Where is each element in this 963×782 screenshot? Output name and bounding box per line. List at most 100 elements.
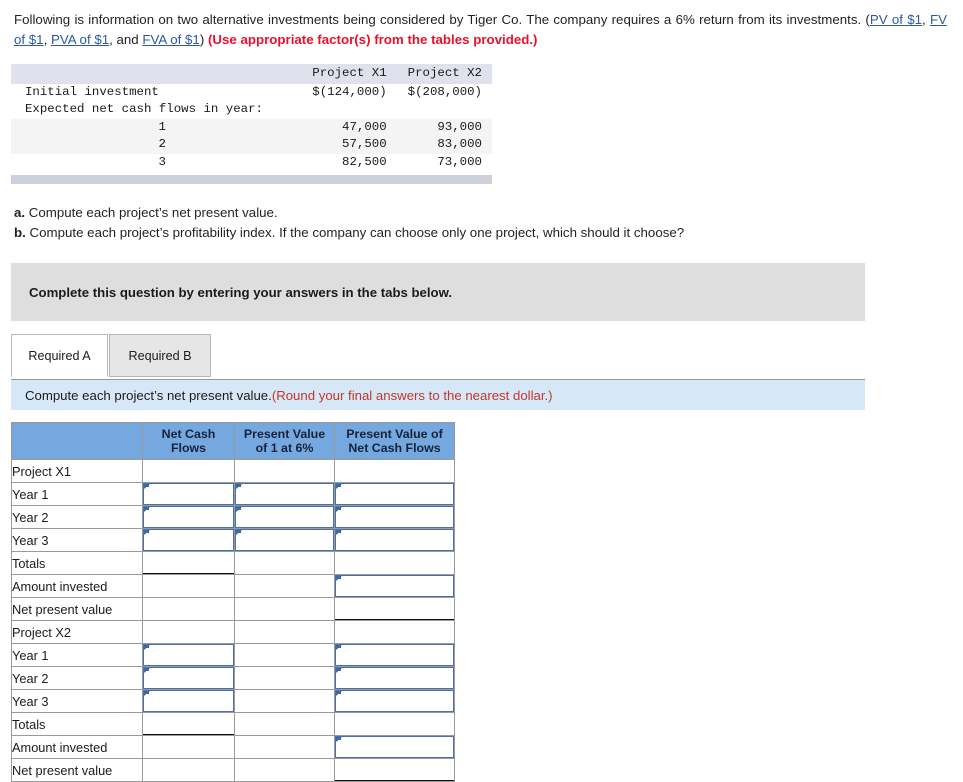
cell-empty <box>234 643 335 667</box>
grid-header-net-cash-flows: Net Cash Flows <box>142 422 235 460</box>
link-fva-of-1[interactable]: FVA of $1 <box>142 32 199 47</box>
cell-empty <box>234 712 335 736</box>
input-box[interactable] <box>143 644 234 666</box>
total-cell-x1-ncf <box>142 551 235 575</box>
input-cell-x1-year2-pv-factor[interactable] <box>234 505 335 529</box>
input-cell-x1-year3-ncf[interactable] <box>142 528 235 552</box>
data-row-label: Initial investment <box>25 84 159 99</box>
input-box[interactable] <box>335 736 454 758</box>
input-box[interactable] <box>235 529 334 551</box>
total-cell-x1-pv-ncf <box>334 551 455 575</box>
input-box[interactable] <box>143 483 234 505</box>
input-cell-x2-year2-ncf[interactable] <box>142 666 235 690</box>
row-label-project-x1: Project X1 <box>11 459 143 483</box>
input-box[interactable] <box>335 644 454 666</box>
table-row: Net present value <box>11 758 455 782</box>
intro-sep-4: ) <box>199 32 208 47</box>
table-row: Year 3 <box>11 528 455 552</box>
row-label-x1-year-1: Year 1 <box>11 482 143 506</box>
data-header-project-x2: Project X2 <box>394 64 492 84</box>
data-row-x2: $(208,000) <box>407 84 482 99</box>
intro-text-lead: Following is information on two alternat… <box>14 12 870 27</box>
input-box[interactable] <box>143 667 234 689</box>
cell-empty <box>234 459 335 483</box>
table-row: Totals <box>11 712 455 736</box>
tab-required-b-label: Required B <box>128 348 192 363</box>
input-cell-x1-year3-pv-factor[interactable] <box>234 528 335 552</box>
cell-empty <box>234 666 335 690</box>
question-b-text: Compute each project’s profitability ind… <box>25 225 685 240</box>
data-row-label: 2 <box>11 136 300 154</box>
input-box[interactable] <box>335 483 454 505</box>
input-cell-x1-year1-pv-factor[interactable] <box>234 482 335 506</box>
total-cell-x2-pv-ncf <box>334 712 455 736</box>
data-row-x1 <box>299 101 394 119</box>
investment-data-table: Project X1 Project X2 Initial investment… <box>11 64 492 171</box>
input-cell-x2-amount-invested[interactable] <box>334 735 455 759</box>
tab-required-b[interactable]: Required B <box>109 334 211 377</box>
input-box[interactable] <box>143 506 234 528</box>
table-row: Project X1 <box>11 459 455 483</box>
input-cell-x2-year3-ncf[interactable] <box>142 689 235 713</box>
grid-header-blank <box>11 422 143 460</box>
input-box[interactable] <box>335 506 454 528</box>
cell-empty <box>142 597 235 621</box>
input-cell-x1-year2-pv-ncf[interactable] <box>334 505 455 529</box>
data-row-x1: 82,500 <box>342 154 387 169</box>
input-cell-x1-year3-pv-ncf[interactable] <box>334 528 455 552</box>
table-row: Amount invested <box>11 735 455 759</box>
input-box[interactable] <box>143 529 234 551</box>
requirement-tabs: Required A Required B <box>11 334 865 379</box>
tab-required-a[interactable]: Required A <box>11 334 108 377</box>
link-pv-of-1[interactable]: PV of $1 <box>870 12 922 27</box>
grid-header-row: Net Cash Flows Present Value of 1 at 6% … <box>11 422 455 460</box>
grid-header-line2: Net Cash Flows <box>348 441 441 455</box>
data-row-year-2: 2 57,500 83,000 <box>11 136 492 154</box>
input-box[interactable] <box>335 529 454 551</box>
data-row-year-1: 1 47,000 93,000 <box>11 118 492 136</box>
question-a-text: Compute each project’s net present value… <box>25 205 278 220</box>
grid-header-present-value-of-net-cash-flows: Present Value of Net Cash Flows <box>334 422 455 460</box>
data-table-header-row: Project X1 Project X2 <box>11 64 492 84</box>
data-header-blank <box>11 64 300 84</box>
total-cell-x1-npv <box>334 597 455 621</box>
input-box[interactable] <box>335 667 454 689</box>
cell-empty <box>334 620 455 644</box>
link-pva-of-1[interactable]: PVA of $1 <box>51 32 109 47</box>
grid-header-line1: Net Cash <box>161 427 216 441</box>
input-cell-x2-year1-pv-ncf[interactable] <box>334 643 455 667</box>
input-box[interactable] <box>235 506 334 528</box>
question-b-marker: b. <box>14 225 26 240</box>
table-row: Totals <box>11 551 455 575</box>
input-cell-x2-year3-pv-ncf[interactable] <box>334 689 455 713</box>
row-label-x1-amount-invested: Amount invested <box>11 574 143 598</box>
table-row: Project X2 <box>11 620 455 644</box>
cell-empty <box>234 735 335 759</box>
table-row: Year 1 <box>11 482 455 506</box>
input-box[interactable] <box>335 575 454 597</box>
investment-data-table-wrap: Project X1 Project X2 Initial investment… <box>11 64 492 171</box>
input-cell-x1-amount-invested[interactable] <box>334 574 455 598</box>
data-header-project-x1: Project X1 <box>299 64 395 84</box>
data-row-label: Expected net cash flows in year: <box>25 102 263 116</box>
input-box[interactable] <box>235 483 334 505</box>
data-row-x2: 73,000 <box>437 154 482 169</box>
input-cell-x1-year2-ncf[interactable] <box>142 505 235 529</box>
cell-empty <box>142 758 235 782</box>
data-row-x2: 93,000 <box>394 118 492 136</box>
cell-empty <box>234 551 335 575</box>
cell-empty <box>234 597 335 621</box>
input-box[interactable] <box>335 690 454 712</box>
cell-empty <box>142 735 235 759</box>
question-a-marker: a. <box>14 205 26 220</box>
input-cell-x2-year1-ncf[interactable] <box>142 643 235 667</box>
grid-header-line1: Present Value of <box>346 427 443 441</box>
input-box[interactable] <box>143 690 234 712</box>
intro-sep-2: , <box>43 32 51 47</box>
table-row: Net present value <box>11 597 455 621</box>
input-cell-x1-year1-ncf[interactable] <box>142 482 235 506</box>
input-cell-x1-year1-pv-ncf[interactable] <box>334 482 455 506</box>
row-label-x2-year-1: Year 1 <box>11 643 143 667</box>
grid-header-line2: of 1 at 6% <box>255 441 314 455</box>
input-cell-x2-year2-pv-ncf[interactable] <box>334 666 455 690</box>
